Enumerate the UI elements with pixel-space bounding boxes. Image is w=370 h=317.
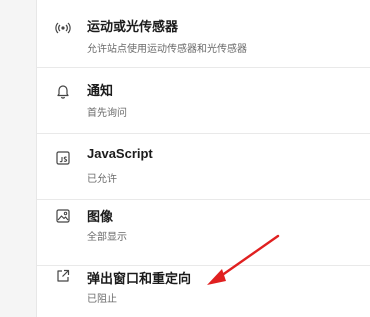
permission-item-popups[interactable]: 弹出窗口和重定向 已阻止 bbox=[37, 256, 370, 317]
permission-item-javascript[interactable]: JavaScript 已允许 bbox=[37, 134, 370, 200]
permission-item-notifications[interactable]: 通知 首先询问 bbox=[37, 68, 370, 134]
permission-title: JavaScript bbox=[87, 146, 153, 161]
image-icon bbox=[55, 208, 71, 224]
external-link-icon bbox=[55, 268, 71, 284]
permission-status: 首先询问 bbox=[87, 108, 127, 119]
permission-title: 通知 bbox=[87, 83, 114, 98]
site-permissions-panel: 运动或光传感器 允许站点使用运动传感器和光传感器 通知 首先询问 JavaScr… bbox=[36, 0, 370, 317]
permission-status: 已阻止 bbox=[87, 294, 117, 305]
permission-item-sensors[interactable]: 运动或光传感器 允许站点使用运动传感器和光传感器 bbox=[37, 0, 370, 68]
javascript-icon bbox=[55, 150, 71, 166]
sensors-icon bbox=[55, 20, 71, 36]
permission-title: 弹出窗口和重定向 bbox=[87, 271, 192, 286]
bell-icon bbox=[55, 83, 71, 99]
permission-title: 运动或光传感器 bbox=[87, 19, 179, 34]
permission-status: 全部显示 bbox=[87, 232, 127, 243]
permission-status: 已允许 bbox=[87, 174, 117, 185]
permission-status: 允许站点使用运动传感器和光传感器 bbox=[87, 44, 247, 55]
permission-title: 图像 bbox=[87, 209, 114, 224]
